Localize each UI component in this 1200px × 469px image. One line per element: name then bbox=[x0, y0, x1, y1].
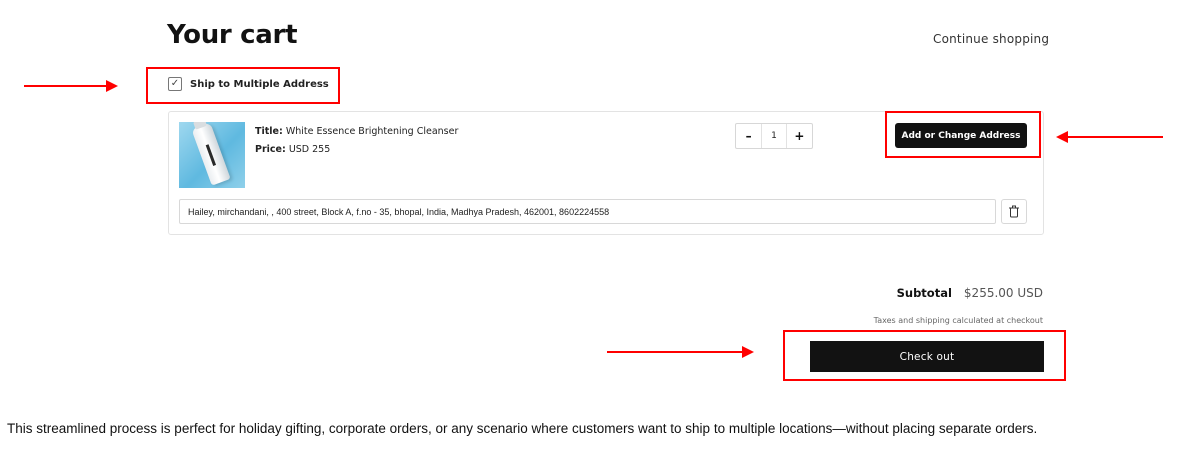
continue-shopping-link[interactable]: Continue shopping bbox=[933, 32, 1049, 46]
title-label: Title: bbox=[255, 126, 283, 137]
product-image bbox=[179, 122, 245, 188]
subtotal-value: $255.00 USD bbox=[963, 286, 1043, 300]
bottle-illustration bbox=[191, 122, 231, 186]
trash-icon bbox=[1009, 205, 1019, 218]
price-label: Price: bbox=[255, 144, 286, 155]
product-price: USD 255 bbox=[288, 144, 331, 155]
highlight-checkout bbox=[783, 330, 1066, 381]
quantity-stepper: – 1 + bbox=[735, 123, 813, 149]
tax-note: Taxes and shipping calculated at checkou… bbox=[873, 316, 1043, 325]
arrow-left-icon bbox=[1056, 131, 1163, 143]
arrow-right-icon bbox=[24, 80, 118, 92]
delete-address-button[interactable] bbox=[1001, 199, 1027, 224]
subtotal-label: Subtotal bbox=[896, 286, 952, 300]
arrow-right-icon bbox=[607, 346, 754, 358]
quantity-input[interactable]: 1 bbox=[761, 124, 787, 148]
increment-button[interactable]: + bbox=[787, 124, 812, 148]
address-field[interactable]: Hailey, mirchandani, , 400 street, Block… bbox=[179, 199, 996, 224]
page-title: Your cart bbox=[167, 20, 298, 50]
product-title: White Essence Brightening Cleanser bbox=[285, 126, 459, 137]
highlight-ship-multiple bbox=[146, 67, 340, 104]
caption-text: This streamlined process is perfect for … bbox=[7, 421, 1038, 436]
product-info: Title: White Essence Brightening Cleanse… bbox=[255, 123, 458, 159]
subtotal-row: Subtotal $255.00 USD bbox=[897, 286, 1043, 300]
highlight-address-button bbox=[885, 111, 1041, 158]
decrement-button[interactable]: – bbox=[736, 124, 761, 148]
